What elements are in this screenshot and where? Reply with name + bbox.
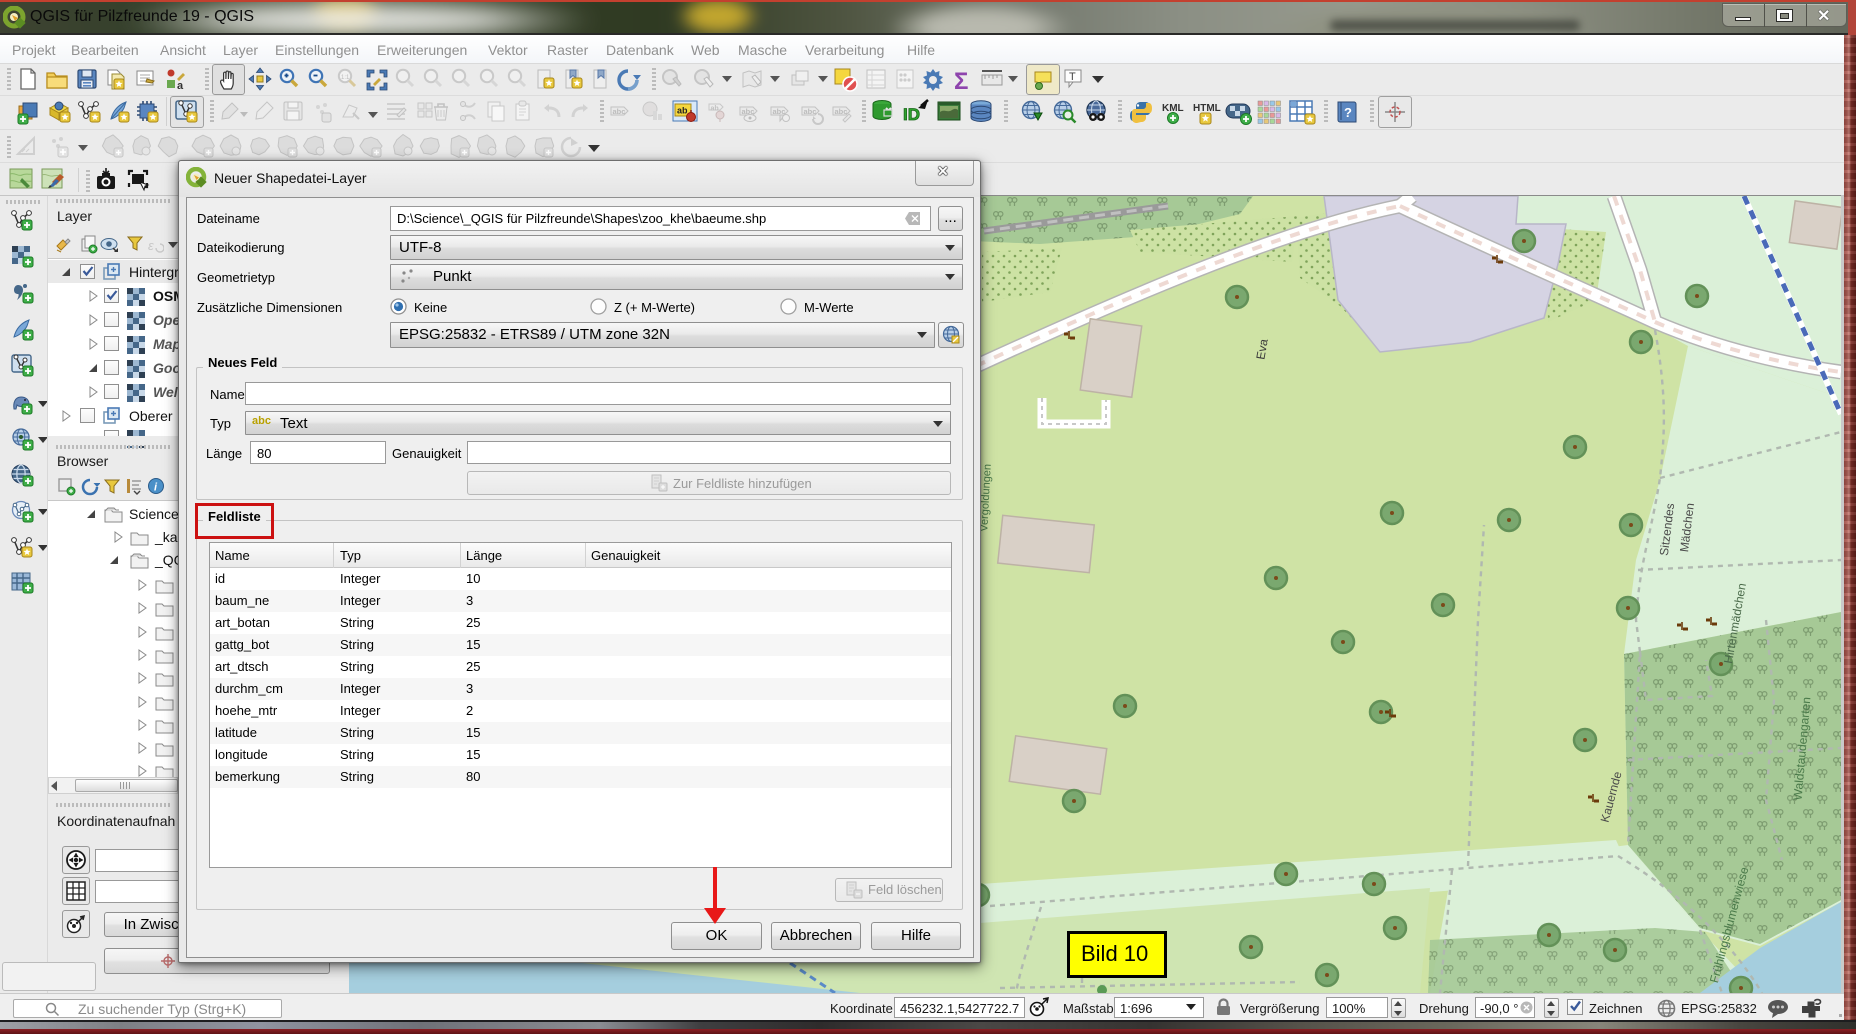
svg-text:ab: ab <box>677 106 688 116</box>
svg-text:?: ? <box>1344 105 1352 120</box>
svg-text:ε: ε <box>148 238 154 253</box>
svg-text:ID: ID <box>903 105 920 124</box>
svg-text:abc: abc <box>835 107 848 116</box>
svg-text:a: a <box>177 80 184 91</box>
svg-text:Σ: Σ <box>954 68 968 93</box>
svg-text:abc: abc <box>804 107 817 116</box>
svg-text:1:1: 1:1 <box>341 75 350 81</box>
svg-text:T: T <box>1069 71 1076 83</box>
svg-text:abc: abc <box>613 107 626 116</box>
svg-text:HTML: HTML <box>1193 103 1221 114</box>
